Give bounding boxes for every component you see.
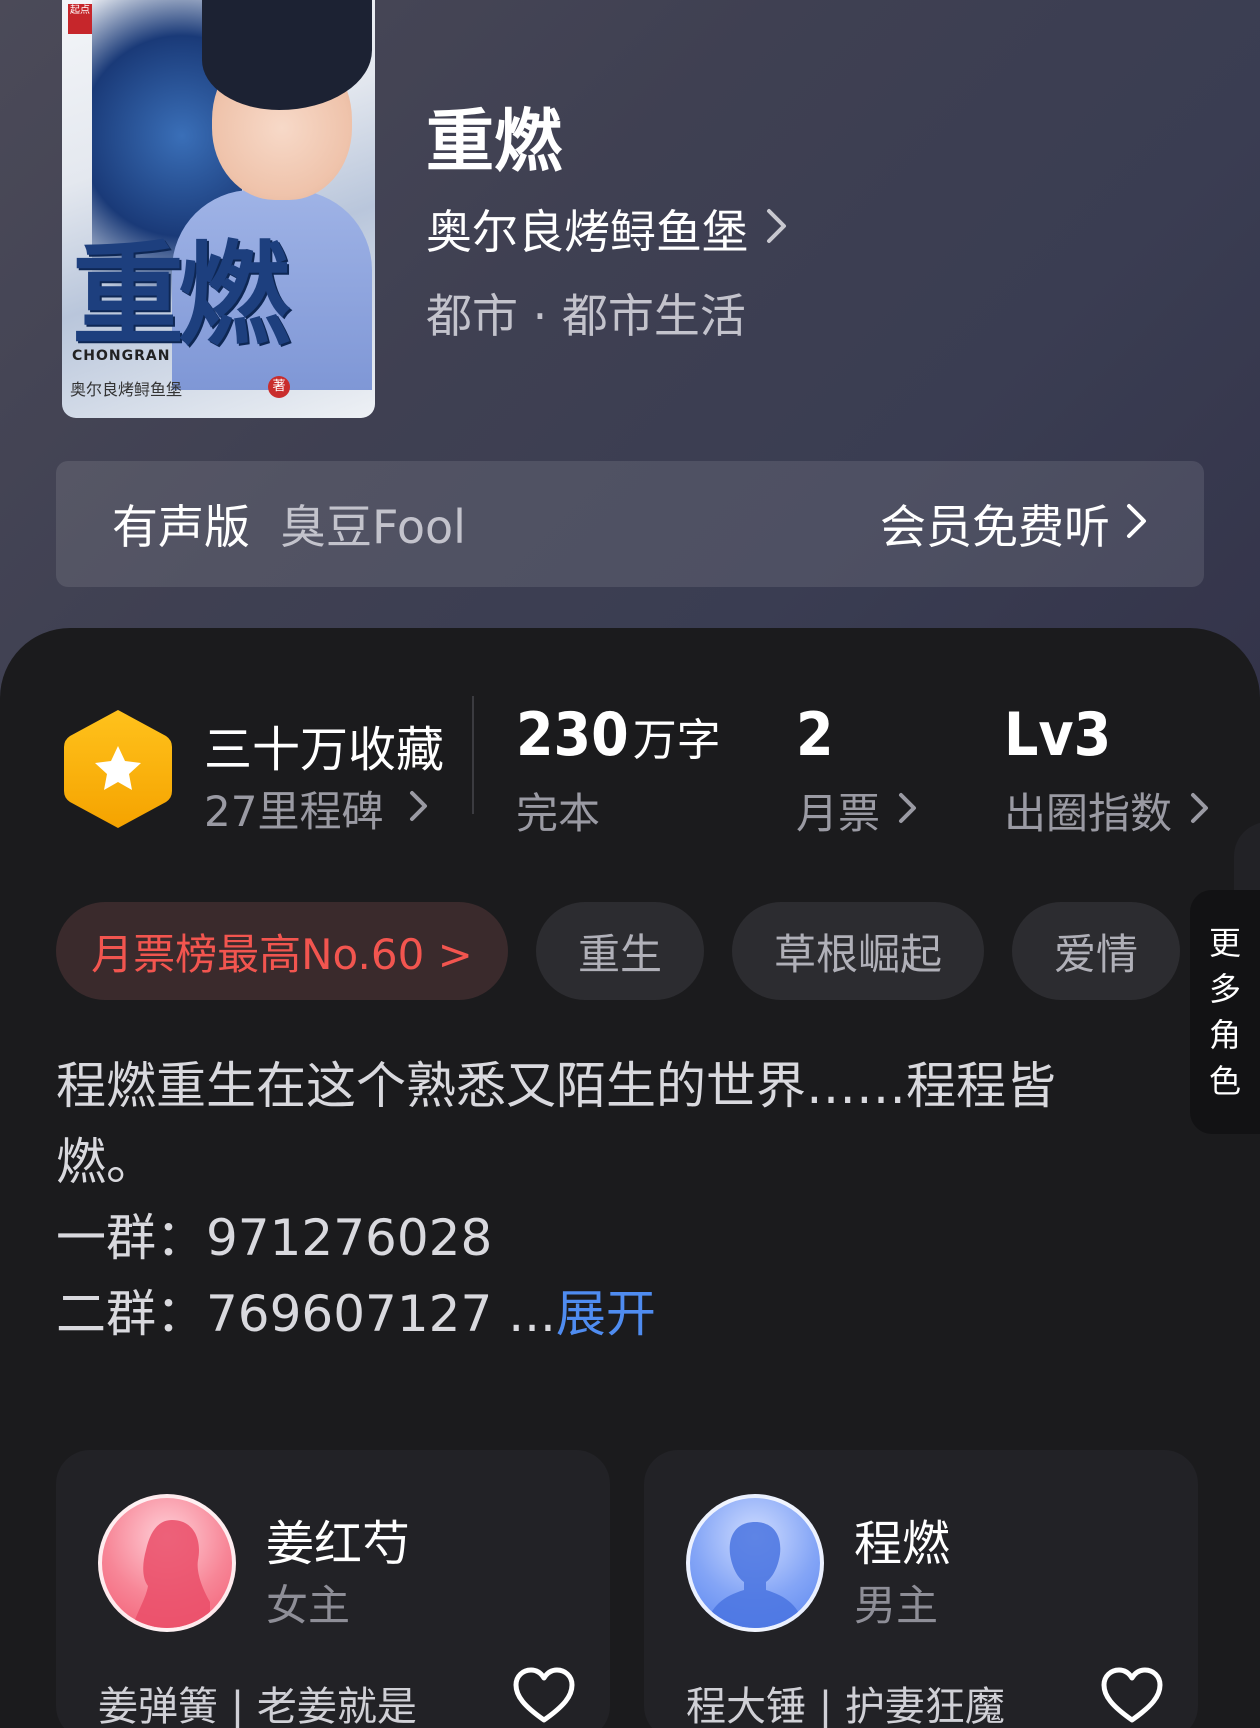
- tag-ranking[interactable]: 月票榜最高No.60 >: [56, 902, 508, 1000]
- chevron-right-icon: [898, 789, 918, 833]
- stats-divider: [472, 696, 474, 814]
- chevron-right-icon: [409, 787, 429, 831]
- book-detail-panel: 三十万收藏 27里程碑 230万字 完本 2 月票 Lv3 出圈指数 月票榜最高…: [0, 628, 1260, 1728]
- stats-row: 三十万收藏 27里程碑 230万字 完本 2 月票 Lv3 出圈指数: [0, 628, 1260, 858]
- more-characters-char: 色: [1208, 1062, 1241, 1100]
- audiobook-narrator: 臭豆Fool: [280, 500, 466, 554]
- character-nickname: 姜弹簧 | 老姜就是: [98, 1684, 417, 1728]
- tag-list: 月票榜最高No.60 > 重生 草根崛起 爱情 年: [56, 902, 1260, 1002]
- author-name: 奥尔良烤鲟鱼堡: [426, 205, 748, 259]
- cover-title-pinyin: CHONGRAN: [72, 348, 171, 364]
- more-characters-char: 角: [1208, 1016, 1241, 1054]
- audiobook-action-label: 会员免费听: [880, 500, 1110, 554]
- milestone-label: 27里程碑: [204, 787, 384, 836]
- character-nickname: 程大锤 | 护妻狂魔: [686, 1684, 1005, 1728]
- cover-publisher-badge: 起点: [68, 4, 92, 34]
- character-card[interactable]: 程燃 男主 程大锤 | 护妻狂魔: [644, 1450, 1198, 1728]
- word-count-value: 230: [516, 700, 629, 770]
- completion-status: 完本: [516, 789, 601, 838]
- influence-level: Lv3: [1004, 700, 1112, 770]
- more-characters-button[interactable]: 更 多 角 色: [1190, 890, 1260, 1134]
- word-count: 230万字: [516, 700, 721, 770]
- chevron-right-icon: [1126, 500, 1148, 549]
- chevron-right-icon: [1190, 789, 1210, 833]
- more-characters-char: 更: [1208, 924, 1241, 962]
- description-line: 二群：769607127 ...展开: [56, 1276, 1216, 1352]
- collection-count[interactable]: 三十万收藏: [204, 710, 444, 780]
- word-count-unit: 万字: [632, 715, 721, 766]
- influence-index-label: 出圈指数: [1004, 789, 1173, 838]
- book-category[interactable]: 都市 · 都市生活: [426, 280, 746, 346]
- character-card[interactable]: 姜红芍 女主 姜弹簧 | 老姜就是: [56, 1450, 610, 1728]
- chevron-right-icon: [766, 205, 788, 254]
- milestone-link[interactable]: 27里程碑: [204, 778, 429, 839]
- character-name: 姜红芍: [266, 1516, 411, 1572]
- audiobook-listen-button[interactable]: 会员免费听: [880, 491, 1148, 557]
- audiobook-bar[interactable]: 有声版 臭豆Fool 会员免费听: [56, 461, 1204, 587]
- character-list: 姜红芍 女主 姜弹簧 | 老姜就是 程燃 男主 程大锤 | 护妻狂魔: [0, 1450, 1260, 1728]
- cover-title-art: 重燃: [72, 230, 290, 361]
- cover-author: 奥尔良烤鲟鱼堡: [70, 380, 183, 399]
- book-title: 重燃: [426, 102, 563, 182]
- book-cover[interactable]: 起点 重燃 CHONGRAN 奥尔良烤鲟鱼堡 著: [62, 0, 375, 418]
- tag-item[interactable]: 重生: [536, 902, 704, 1000]
- heart-icon[interactable]: [1100, 1666, 1164, 1726]
- monthly-ticket-count: 2: [796, 700, 834, 770]
- monthly-ticket-label: 月票: [796, 789, 881, 838]
- character-name: 程燃: [854, 1516, 951, 1572]
- description-text: 二群：769607127 ...: [56, 1285, 556, 1343]
- more-characters-char: 多: [1208, 970, 1241, 1008]
- description-line: 燃。: [56, 1133, 156, 1191]
- female-silhouette-icon: [132, 1520, 210, 1628]
- description-line: 程燃重生在这个熟悉又陌生的世界……程程皆: [56, 1057, 1056, 1115]
- tag-item[interactable]: 草根崛起: [732, 902, 984, 1000]
- male-silhouette-icon: [706, 1522, 804, 1628]
- description-line: 一群：971276028: [56, 1209, 493, 1267]
- monthly-ticket-link[interactable]: 月票: [796, 780, 918, 841]
- author-link[interactable]: 奥尔良烤鲟鱼堡: [426, 196, 788, 262]
- book-description[interactable]: 程燃重生在这个熟悉又陌生的世界……程程皆 燃。 一群：971276028 二群：…: [56, 1048, 1216, 1352]
- heart-icon[interactable]: [512, 1666, 576, 1726]
- influence-index-link[interactable]: 出圈指数: [1004, 780, 1210, 841]
- tag-item[interactable]: 爱情: [1012, 902, 1180, 1000]
- expand-description-link[interactable]: 展开: [556, 1285, 656, 1343]
- collection-badge-icon: [64, 710, 172, 828]
- character-role: 男主: [854, 1581, 939, 1630]
- character-role: 女主: [266, 1581, 351, 1630]
- character-avatar: [686, 1494, 824, 1632]
- cover-seal: 著: [268, 376, 290, 398]
- audiobook-label: 有声版: [112, 500, 250, 554]
- character-avatar: [98, 1494, 236, 1632]
